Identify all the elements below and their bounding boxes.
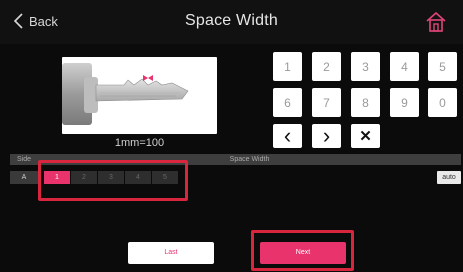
key-6[interactable]: 6 [273, 88, 302, 117]
space-cells: 1 2 3 4 5 [44, 171, 178, 184]
home-button[interactable] [424, 10, 448, 34]
clear-button[interactable]: ✕ [351, 124, 380, 148]
key-0[interactable]: 0 [428, 88, 457, 117]
side-cell: A [10, 171, 38, 184]
header-bar: Back Space Width [0, 0, 463, 44]
key-3[interactable]: 3 [351, 52, 380, 81]
key-9[interactable]: 9 [390, 88, 419, 117]
next-button[interactable]: Next [260, 242, 346, 264]
page-title: Space Width [185, 12, 278, 29]
arrow-left-icon: ‹ [283, 123, 292, 148]
scale-label: 1mm=100 [114, 137, 165, 149]
arrow-right-button[interactable]: › [312, 123, 341, 148]
key-4[interactable]: 4 [390, 52, 419, 81]
space-cell-4[interactable]: 4 [125, 171, 151, 184]
key-7[interactable]: 7 [312, 88, 341, 117]
close-icon: ✕ [359, 128, 372, 145]
last-button[interactable]: Last [128, 242, 214, 264]
arrow-left-button[interactable]: ‹ [273, 123, 302, 148]
key-1[interactable]: 1 [273, 52, 302, 81]
home-icon [424, 12, 448, 38]
auto-button[interactable]: auto [437, 171, 461, 184]
space-width-column-header: Space Width [229, 156, 270, 163]
space-cell-2[interactable]: 2 [71, 171, 97, 184]
key-preview-panel [62, 57, 217, 134]
key-image [62, 63, 189, 125]
side-column-header: Side [16, 156, 31, 163]
main-area: 1mm=100 1 2 3 4 5 6 7 8 9 0 ‹ › ✕ Side S… [0, 44, 463, 272]
key-2[interactable]: 2 [312, 52, 341, 81]
key-8[interactable]: 8 [351, 88, 380, 117]
table-header: Side Space Width [10, 154, 461, 165]
space-width-table: Side Space Width A 1 2 3 4 5 auto [10, 154, 461, 184]
table-row: A 1 2 3 4 5 auto [10, 171, 461, 184]
space-cell-5[interactable]: 5 [152, 171, 178, 184]
space-cell-3[interactable]: 3 [98, 171, 124, 184]
space-cell-1[interactable]: 1 [44, 171, 70, 184]
arrow-right-icon: › [322, 123, 331, 148]
marker-icon [143, 75, 153, 81]
key-5[interactable]: 5 [428, 52, 457, 81]
